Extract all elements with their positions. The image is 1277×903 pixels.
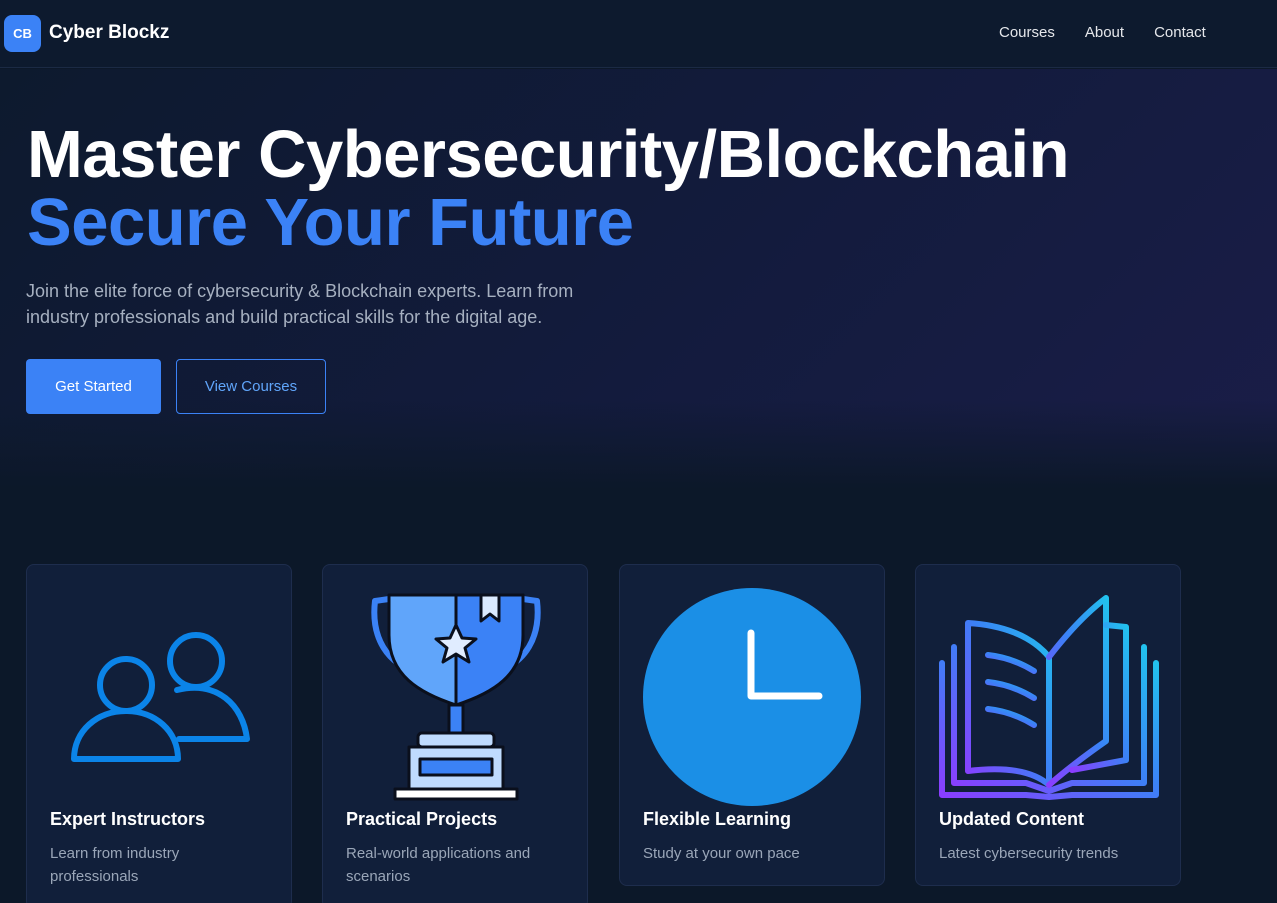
trophy-icon: [371, 593, 541, 801]
brand-name: Cyber Blockz: [49, 22, 170, 43]
nav-link-contact[interactable]: Contact: [1154, 24, 1206, 41]
clock-icon: [643, 588, 861, 806]
hero-title-line2: Secure Your Future: [27, 185, 634, 260]
feature-title: Expert Instructors: [50, 809, 206, 829]
book-icon: [939, 595, 1159, 800]
feature-title: Flexible Learning: [643, 809, 792, 829]
feature-description: Learn from industry professionals: [50, 845, 180, 885]
users-icon: [71, 632, 250, 762]
navbar: CB Cyber Blockz Courses About Contact: [0, 0, 1277, 68]
view-courses-button[interactable]: View Courses: [176, 359, 326, 414]
feature-title: Practical Projects: [346, 809, 498, 829]
nav-link-courses[interactable]: Courses: [999, 24, 1055, 41]
feature-card-flexible-learning: Flexible Learning Study at your own pace: [619, 564, 885, 886]
get-started-button[interactable]: Get Started: [26, 359, 161, 414]
feature-description: Latest cybersecurity trends: [939, 845, 1119, 862]
nav-link-about[interactable]: About: [1085, 24, 1124, 41]
feature-description: Study at your own pace: [643, 845, 800, 862]
page: CB Cyber Blockz Courses About Contact Ma…: [0, 0, 1277, 903]
logo-badge: CB: [4, 14, 41, 52]
feature-card-updated-content: Updated Content Latest cybersecurity tre…: [915, 564, 1181, 886]
hero-title-line1: Master Cybersecurity/Blockchain: [27, 117, 1070, 192]
hero-section: Master Cybersecurity/Blockchain Secure Y…: [0, 69, 1277, 489]
feature-description: Real-world applications and scenarios: [346, 845, 531, 885]
feature-title: Updated Content: [939, 809, 1084, 829]
feature-card-practical-projects: Practical Projects Real-world applicatio…: [322, 564, 588, 903]
hero-title: Master Cybersecurity/Blockchain Secure Y…: [27, 117, 1070, 260]
brand[interactable]: CB Cyber Blockz: [4, 14, 169, 52]
nav-links: Courses About Contact: [999, 24, 1206, 41]
feature-card-expert-instructors: Expert Instructors Learn from industry p…: [26, 564, 292, 903]
hero-subtitle: Join the elite force of cybersecurity & …: [26, 281, 574, 327]
